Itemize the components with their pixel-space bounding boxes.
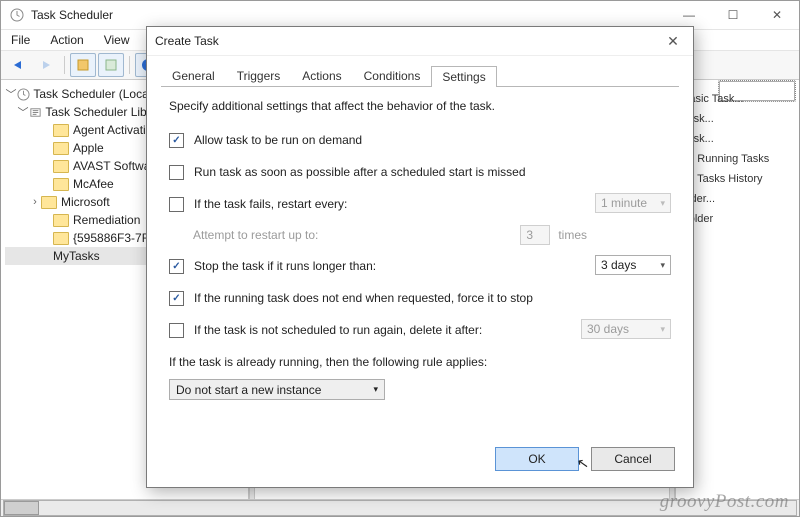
menu-view[interactable]: View (100, 32, 134, 48)
tree-item[interactable]: McAfee (73, 177, 114, 191)
action-item[interactable]: All Tasks History (682, 169, 793, 189)
stop-long-select[interactable]: 3 days▾ (595, 255, 671, 275)
create-task-dialog: Create Task ✕ General Triggers Actions C… (146, 26, 694, 488)
tree-item[interactable]: Agent Activatio (73, 123, 152, 137)
allow-on-demand-label: Allow task to be run on demand (194, 133, 671, 147)
action-item[interactable]: older... (682, 189, 793, 209)
ok-button[interactable]: OK (495, 447, 579, 471)
close-button[interactable]: ✕ (755, 1, 799, 29)
clock-icon (9, 7, 25, 23)
action-item[interactable]: Folder (682, 209, 793, 229)
rule-label: If the task is already running, then the… (169, 355, 671, 369)
task-scheduler-window: Task Scheduler — ☐ ✕ File Action View ? … (0, 0, 800, 517)
delete-after-checkbox[interactable] (169, 323, 184, 338)
clock-icon (17, 88, 30, 101)
tree-item-selected[interactable]: MyTasks (53, 249, 100, 263)
library-icon (29, 106, 42, 119)
tree-item[interactable]: Remediation (73, 213, 140, 227)
attempt-suffix: times (558, 228, 587, 242)
dialog-close-button[interactable]: ✕ (653, 27, 693, 55)
fail-interval-select: 1 minute▾ (595, 193, 671, 213)
tab-actions[interactable]: Actions (291, 65, 352, 86)
toolbar-icon-2[interactable] (98, 53, 124, 77)
dialog-tabs: General Triggers Actions Conditions Sett… (147, 56, 693, 86)
tree-item[interactable]: {595886F3-7FE (73, 231, 157, 245)
minimize-button[interactable]: — (667, 1, 711, 29)
watermark: groovyPost.com (660, 491, 789, 513)
tab-general[interactable]: General (161, 65, 226, 86)
tree-item[interactable]: Apple (73, 141, 104, 155)
back-button[interactable] (5, 53, 31, 77)
stop-long-checkbox[interactable] (169, 259, 184, 274)
run-asap-label: Run task as soon as possible after a sch… (194, 165, 671, 179)
action-item[interactable]: All Running Tasks (682, 149, 793, 169)
dialog-title: Create Task (155, 34, 219, 48)
rule-select[interactable]: Do not start a new instance▾ (169, 379, 385, 400)
force-stop-label: If the running task does not end when re… (194, 291, 671, 305)
tree-item[interactable]: Microsoft (61, 195, 110, 209)
tree-lib[interactable]: Task Scheduler Lib (45, 105, 146, 119)
action-item[interactable]: Task... (682, 109, 793, 129)
action-item[interactable]: Task... (682, 129, 793, 149)
action-expand[interactable]: ▸ (682, 229, 793, 237)
forward-button[interactable] (33, 53, 59, 77)
window-title: Task Scheduler (31, 8, 667, 22)
tab-conditions[interactable]: Conditions (353, 65, 432, 86)
attempt-count-input: 3 (520, 225, 550, 245)
settings-description: Specify additional settings that affect … (169, 99, 671, 113)
maximize-button[interactable]: ☐ (711, 1, 755, 29)
tab-triggers[interactable]: Triggers (226, 65, 292, 86)
toolbar-icon-1[interactable] (70, 53, 96, 77)
menu-action[interactable]: Action (46, 32, 87, 48)
tab-settings[interactable]: Settings (431, 66, 496, 87)
delete-after-select: 30 days▾ (581, 319, 671, 339)
tree-root[interactable]: Task Scheduler (Local (33, 87, 151, 101)
run-asap-checkbox[interactable] (169, 165, 184, 180)
allow-on-demand-checkbox[interactable] (169, 133, 184, 148)
if-fails-checkbox[interactable] (169, 197, 184, 212)
menu-file[interactable]: File (7, 32, 34, 48)
cancel-button[interactable]: Cancel (591, 447, 675, 471)
action-item[interactable]: Basic Task... (682, 89, 793, 109)
force-stop-checkbox[interactable] (169, 291, 184, 306)
attempt-label: Attempt to restart up to: (193, 228, 318, 242)
